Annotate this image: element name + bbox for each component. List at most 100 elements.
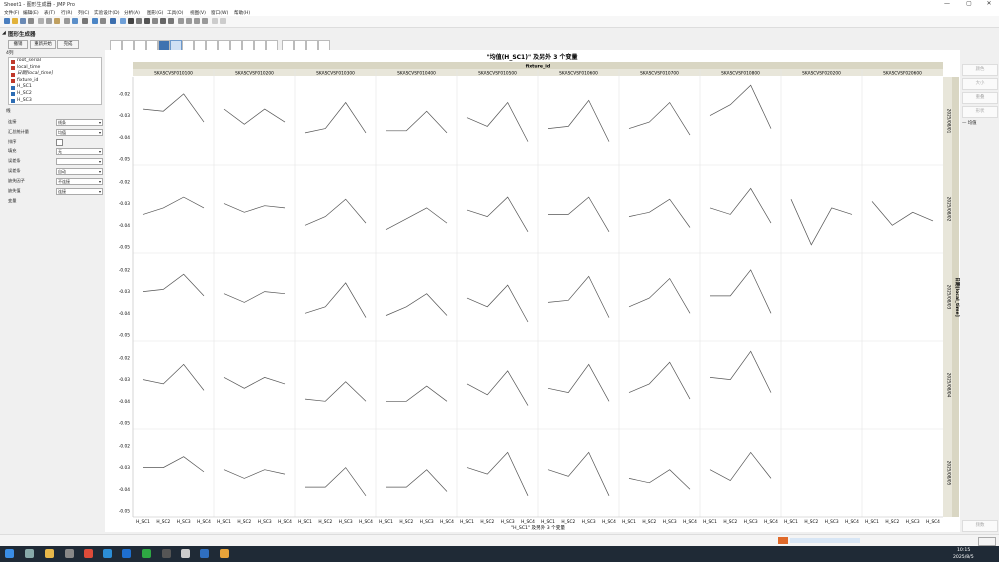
variable-item[interactable]: root_serial: [9, 58, 101, 65]
row-label: 2025/08/04: [946, 373, 952, 398]
grabber-tool-icon[interactable]: [152, 18, 158, 24]
menu-bar: 文件(F) 编辑(E) 表(T) 行(R) 列(C) 实验设计(D) 分析(A)…: [0, 9, 999, 16]
x-tick-label: H_SC1: [541, 519, 555, 525]
magnifier-tool-icon[interactable]: [160, 18, 166, 24]
graph-area[interactable]: "均值(H_SC1)" 及另外 3 个变量 fixture_id 日期[local_…: [105, 50, 961, 532]
missing-value-dropdown[interactable]: 连接: [56, 188, 103, 195]
error-bar-dropdown[interactable]: [56, 158, 103, 165]
chart-icon[interactable]: [100, 18, 106, 24]
maximize-button[interactable]: ▢: [962, 1, 976, 8]
ime-toolbar[interactable]: [790, 538, 860, 543]
disclosure-icon[interactable]: ◢: [2, 30, 6, 36]
graph-builder-title: 图形生成器: [8, 32, 36, 38]
drop-zones-panel: 颜色 大小 重叠 形状 — 均值 频数: [960, 50, 999, 532]
chrome-icon[interactable]: [84, 549, 93, 558]
overlay-zone[interactable]: 重叠: [962, 92, 998, 104]
connect-dropdown[interactable]: 线条: [56, 119, 103, 126]
series-line: [304, 381, 367, 402]
print-icon[interactable]: [28, 18, 34, 24]
open-icon[interactable]: [12, 18, 18, 24]
edge-icon[interactable]: [103, 549, 112, 558]
variable-item[interactable]: H_SC3: [9, 98, 101, 104]
outlook-icon[interactable]: [200, 549, 209, 558]
disabled-tool-icon: [212, 18, 218, 24]
shape-zone[interactable]: 形状: [962, 106, 998, 118]
series-line: [709, 350, 772, 393]
interval-dropdown[interactable]: 自动: [56, 168, 103, 175]
x-tick-label: H_SC2: [480, 519, 494, 525]
annotate-tool-icon[interactable]: [178, 18, 184, 24]
x-tick-label: H_SC1: [217, 519, 231, 525]
frequency-zone[interactable]: 频数: [962, 520, 998, 532]
title-bar: Sheet1 - 图形生成器 - JMP Pro — ▢ ✕: [0, 0, 999, 9]
copy-icon[interactable]: [46, 18, 52, 24]
restart-button[interactable]: 重新开始: [30, 40, 56, 49]
input-method-icon[interactable]: [778, 537, 788, 544]
undo-button[interactable]: 撤销: [8, 40, 28, 49]
x-tick-label: H_SC4: [197, 519, 211, 525]
minimize-button[interactable]: —: [940, 1, 954, 8]
size-zone[interactable]: 大小: [962, 78, 998, 90]
line-tool-icon[interactable]: [186, 18, 192, 24]
app3-icon[interactable]: [181, 549, 190, 558]
file-explorer-icon[interactable]: [45, 549, 54, 558]
series-line: [143, 456, 205, 473]
crosshair-tool-icon[interactable]: [168, 18, 174, 24]
lasso-tool-icon[interactable]: [144, 18, 150, 24]
window-size-icon[interactable]: [978, 537, 996, 546]
y-tick-label: -0.03: [119, 289, 130, 295]
simple-shape-icon[interactable]: [202, 18, 208, 24]
brush-tool-icon[interactable]: [136, 18, 142, 24]
polygon-tool-icon[interactable]: [194, 18, 200, 24]
series-line: [466, 451, 529, 496]
close-button[interactable]: ✕: [982, 1, 996, 8]
summary-stat-dropdown[interactable]: 均值: [56, 129, 103, 136]
layout-icon[interactable]: [110, 18, 116, 24]
row-label: 2025/08/05: [946, 461, 952, 486]
save-icon[interactable]: [20, 18, 26, 24]
zoom-icon[interactable]: [82, 18, 88, 24]
x-tick-label: H_SC2: [318, 519, 332, 525]
task-view-icon[interactable]: [25, 549, 34, 558]
series-line: [548, 196, 610, 232]
variable-item[interactable]: H_SC1: [9, 84, 101, 91]
app-icon[interactable]: [65, 549, 74, 558]
missing-factor-dropdown[interactable]: 不连接: [56, 178, 103, 185]
start-icon[interactable]: [5, 549, 14, 558]
variable-item[interactable]: 日期[local_time]: [9, 71, 101, 78]
x-tick-label: H_SC2: [561, 519, 575, 525]
series-line: [628, 361, 691, 400]
app2-icon[interactable]: [162, 549, 171, 558]
x-tick-label: H_SC1: [865, 519, 879, 525]
order-checkbox[interactable]: [56, 139, 63, 146]
help-tool-icon[interactable]: [128, 18, 134, 24]
series-line: [386, 469, 448, 492]
trellis-line-chart: "均值(H_SC1)" 及另外 3 个变量fixture_id日期[local_…: [119, 53, 961, 531]
fill-dropdown[interactable]: 无: [56, 148, 103, 155]
column-label: SKASCVSF020200: [802, 71, 841, 77]
series-line: [709, 187, 772, 224]
arrow-tool-icon[interactable]: [120, 18, 126, 24]
variable-list[interactable]: root_serial local_time 日期[local_time] fi…: [8, 57, 102, 105]
cut-icon[interactable]: [38, 18, 44, 24]
table-icon[interactable]: [64, 18, 70, 24]
series-line: [628, 469, 691, 490]
jmp-icon[interactable]: [142, 549, 151, 558]
script-icon[interactable]: [72, 18, 78, 24]
series-line: [142, 196, 205, 215]
y-tick-label: -0.02: [119, 267, 130, 273]
browser-icon[interactable]: [122, 549, 131, 558]
series-line: [304, 101, 367, 134]
column-label: SKASCVSF010100: [154, 71, 193, 77]
app4-icon[interactable]: [220, 549, 229, 558]
variable-item[interactable]: H_SC2: [9, 91, 101, 98]
paste-icon[interactable]: [54, 18, 60, 24]
variables-panel: 4列 root_serial local_time 日期[local_time]…: [4, 50, 103, 520]
done-button[interactable]: 完成: [57, 40, 79, 49]
data-table-icon[interactable]: [92, 18, 98, 24]
new-icon[interactable]: [4, 18, 10, 24]
y-tick-label: -0.05: [119, 509, 130, 515]
series-line: [466, 370, 529, 406]
color-zone[interactable]: 颜色: [962, 64, 998, 76]
x-tick-label: H_SC3: [420, 519, 434, 525]
